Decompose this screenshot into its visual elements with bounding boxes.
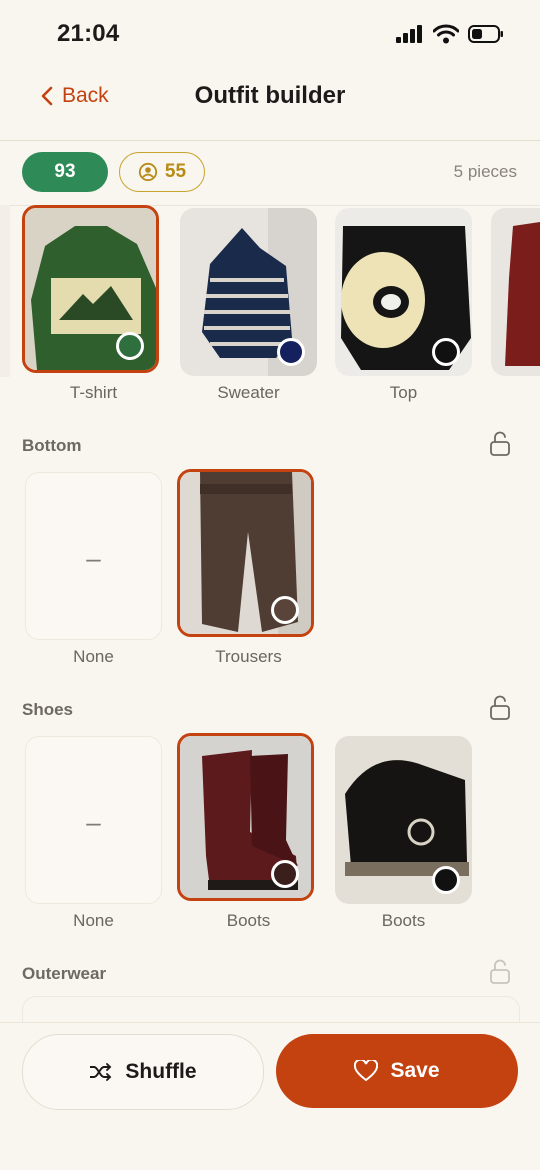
outfit-item-card-boots[interactable] — [177, 733, 314, 901]
item-label: Boots — [226, 911, 271, 930]
outfit-item-card-top[interactable] — [335, 208, 472, 376]
lock-open-icon[interactable] — [489, 695, 511, 721]
selection-radio[interactable] — [116, 332, 144, 360]
shuffle-icon — [90, 1063, 112, 1081]
status-icons — [396, 24, 504, 44]
partial-card-left — [0, 205, 10, 377]
lock-open-icon[interactable] — [489, 431, 511, 457]
lock-open-icon[interactable] — [489, 959, 511, 985]
dress-image — [491, 208, 540, 376]
item-label: None — [73, 911, 114, 930]
pieces-count: 5 pieces — [453, 162, 517, 181]
outfit-item-card-trousers[interactable] — [177, 469, 314, 637]
selection-radio[interactable] — [432, 338, 460, 366]
outfit-item-card-sweater[interactable] — [180, 208, 317, 376]
outfit-item-card-partial[interactable] — [491, 208, 540, 376]
item-label: T-shirt — [69, 383, 118, 402]
shuffle-label: Shuffle — [125, 1060, 197, 1083]
user-circle-icon — [138, 162, 158, 182]
count-badge[interactable]: 55 — [119, 152, 205, 192]
page-title: Outfit builder — [194, 82, 346, 109]
heart-icon — [354, 1060, 379, 1082]
outfit-item-card-tshirt[interactable] — [22, 205, 159, 373]
selection-radio[interactable] — [432, 866, 460, 894]
section-title-bottom: Bottom — [22, 436, 82, 455]
item-label: Boots — [381, 911, 426, 930]
empty-placeholder: – — [86, 807, 101, 837]
item-label: Trousers — [215, 647, 282, 666]
section-title-outerwear: Outerwear — [22, 964, 107, 983]
count-value: 55 — [164, 161, 187, 182]
battery-icon — [468, 25, 503, 43]
outerwear-row-peek — [22, 996, 520, 1023]
save-button[interactable]: Save — [276, 1034, 518, 1108]
score-badge[interactable]: 93 — [22, 152, 108, 192]
selection-radio[interactable] — [271, 596, 299, 624]
wifi-icon — [433, 24, 459, 44]
section-title-shoes: Shoes — [22, 700, 74, 719]
shuffle-button[interactable]: Shuffle — [22, 1034, 264, 1110]
empty-placeholder: – — [86, 543, 101, 573]
signal-icon — [396, 25, 422, 43]
save-label: Save — [390, 1059, 440, 1082]
item-label: None — [73, 647, 114, 666]
outfit-item-card-boots-2[interactable] — [335, 736, 472, 904]
outfit-item-card-none[interactable]: – — [25, 736, 162, 904]
item-label: Sweater — [217, 383, 280, 402]
outfit-item-card-none[interactable]: – — [25, 472, 162, 640]
selection-radio[interactable] — [271, 860, 299, 888]
item-label: Top — [389, 383, 418, 402]
selection-radio[interactable] — [277, 338, 305, 366]
status-time: 21:04 — [57, 20, 120, 47]
